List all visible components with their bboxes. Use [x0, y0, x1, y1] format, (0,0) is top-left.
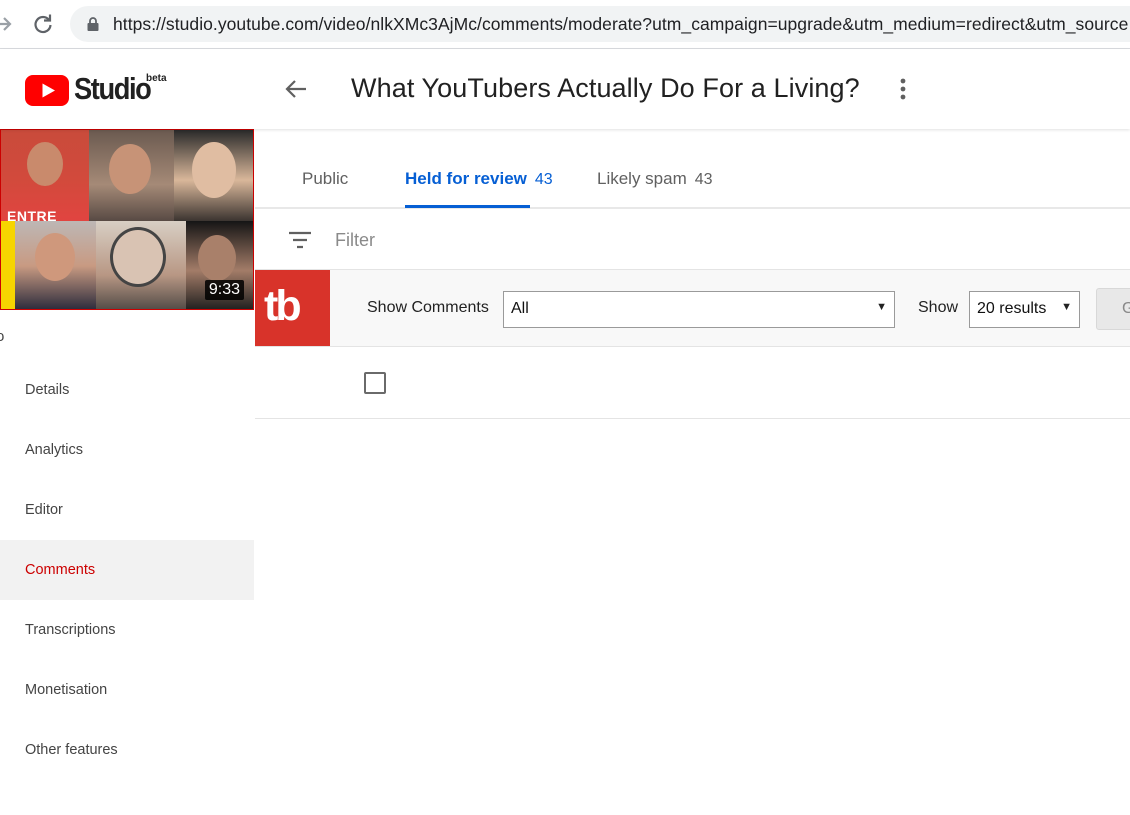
comment-tabs: Public Held for review 43 Likely spam 43: [255, 129, 1130, 209]
active-tab-indicator: [405, 205, 530, 208]
browser-toolbar: https://studio.youtube.com/video/nlkXMc3…: [0, 0, 1130, 49]
youtube-logo-icon[interactable]: [25, 75, 69, 106]
sidebar-item-label: Transcriptions: [25, 622, 116, 638]
video-title-cut: o: [0, 328, 5, 345]
lock-icon: [87, 17, 99, 31]
sidebar-item-other-features[interactable]: Other features: [0, 720, 254, 780]
beta-label: beta: [146, 73, 167, 84]
tab-likely-spam[interactable]: Likely spam 43: [597, 169, 713, 189]
results-per-page-select[interactable]: 20 results ▼: [969, 291, 1080, 328]
sidebar-item-analytics[interactable]: Analytics: [0, 420, 254, 480]
duration-badge: 9:33: [204, 280, 244, 300]
dropdown-arrow-icon: ▼: [1061, 301, 1072, 313]
filter-input[interactable]: [335, 230, 735, 251]
tubebuddy-logo[interactable]: tb: [255, 270, 330, 346]
studio-header: Studio beta What YouTubers Actually Do F…: [0, 49, 1130, 129]
select-all-checkbox[interactable]: [364, 372, 386, 394]
tubebuddy-toolbar: tb Show Comments All ▼ Show 20 results ▼…: [255, 269, 1130, 347]
tab-public[interactable]: Public: [302, 169, 348, 189]
url-text: https://studio.youtube.com/video/nlkXMc3…: [113, 14, 1129, 34]
dropdown-arrow-icon: ▼: [876, 301, 887, 313]
arrow-left-icon[interactable]: [283, 76, 309, 102]
tab-count: 43: [534, 171, 553, 188]
show-label: Show: [918, 299, 959, 316]
filter-icon[interactable]: [288, 230, 312, 250]
tab-label: Public: [302, 169, 349, 188]
show-comments-label: Show Comments: [367, 299, 489, 316]
tab-label: Likely spam: [597, 169, 687, 188]
select-value: 20 results: [977, 300, 1047, 317]
page-title: What YouTubers Actually Do For a Living?: [351, 73, 860, 103]
thumbnail-tile: [15, 221, 96, 309]
sidebar-item-monetisation[interactable]: Monetisation: [0, 660, 254, 720]
thumbnail-tile: [1, 221, 15, 309]
address-bar[interactable]: https://studio.youtube.com/video/nlkXMc3…: [70, 6, 1130, 42]
select-all-row: [255, 348, 1130, 419]
sidebar-item-label: Other features: [25, 742, 118, 758]
tab-label: Held for review: [405, 169, 527, 188]
thumbnail-tile: ENTRE: [1, 130, 89, 224]
sidebar-item-label: Comments: [25, 562, 96, 578]
sidebar-item-label: Analytics: [25, 442, 84, 458]
reload-icon[interactable]: [31, 12, 55, 36]
sidebar-item-editor[interactable]: Editor: [0, 480, 254, 540]
filter-bar: [255, 210, 1130, 269]
sidebar-item-label: Monetisation: [25, 682, 108, 698]
thumbnail-tile: [89, 130, 174, 221]
go-button-label: G: [1122, 300, 1130, 317]
show-comments-select[interactable]: All ▼: [503, 291, 895, 328]
sidebar-item-comments[interactable]: Comments: [0, 540, 254, 600]
thumbnail-tile: [96, 221, 186, 309]
go-button[interactable]: G: [1096, 288, 1130, 330]
select-value: All: [511, 300, 529, 317]
sidebar-item-details[interactable]: Details: [0, 360, 254, 420]
sidebar-nav: Details Analytics Editor Comments Transc…: [0, 360, 254, 780]
video-thumbnail[interactable]: ENTRE 9:33: [0, 129, 254, 310]
tab-held-for-review[interactable]: Held for review 43: [405, 169, 553, 189]
sidebar-item-label: Editor: [25, 502, 63, 518]
more-vert-icon[interactable]: [893, 76, 913, 102]
tubebuddy-logo-text: tb: [264, 282, 302, 330]
sidebar-item-label: Details: [25, 382, 70, 398]
arrow-right-icon[interactable]: [0, 12, 14, 36]
sidebar-item-transcriptions[interactable]: Transcriptions: [0, 600, 254, 660]
tab-count: 43: [694, 171, 713, 188]
thumbnail-tile: [174, 130, 253, 221]
studio-wordmark: Studio: [74, 71, 152, 106]
